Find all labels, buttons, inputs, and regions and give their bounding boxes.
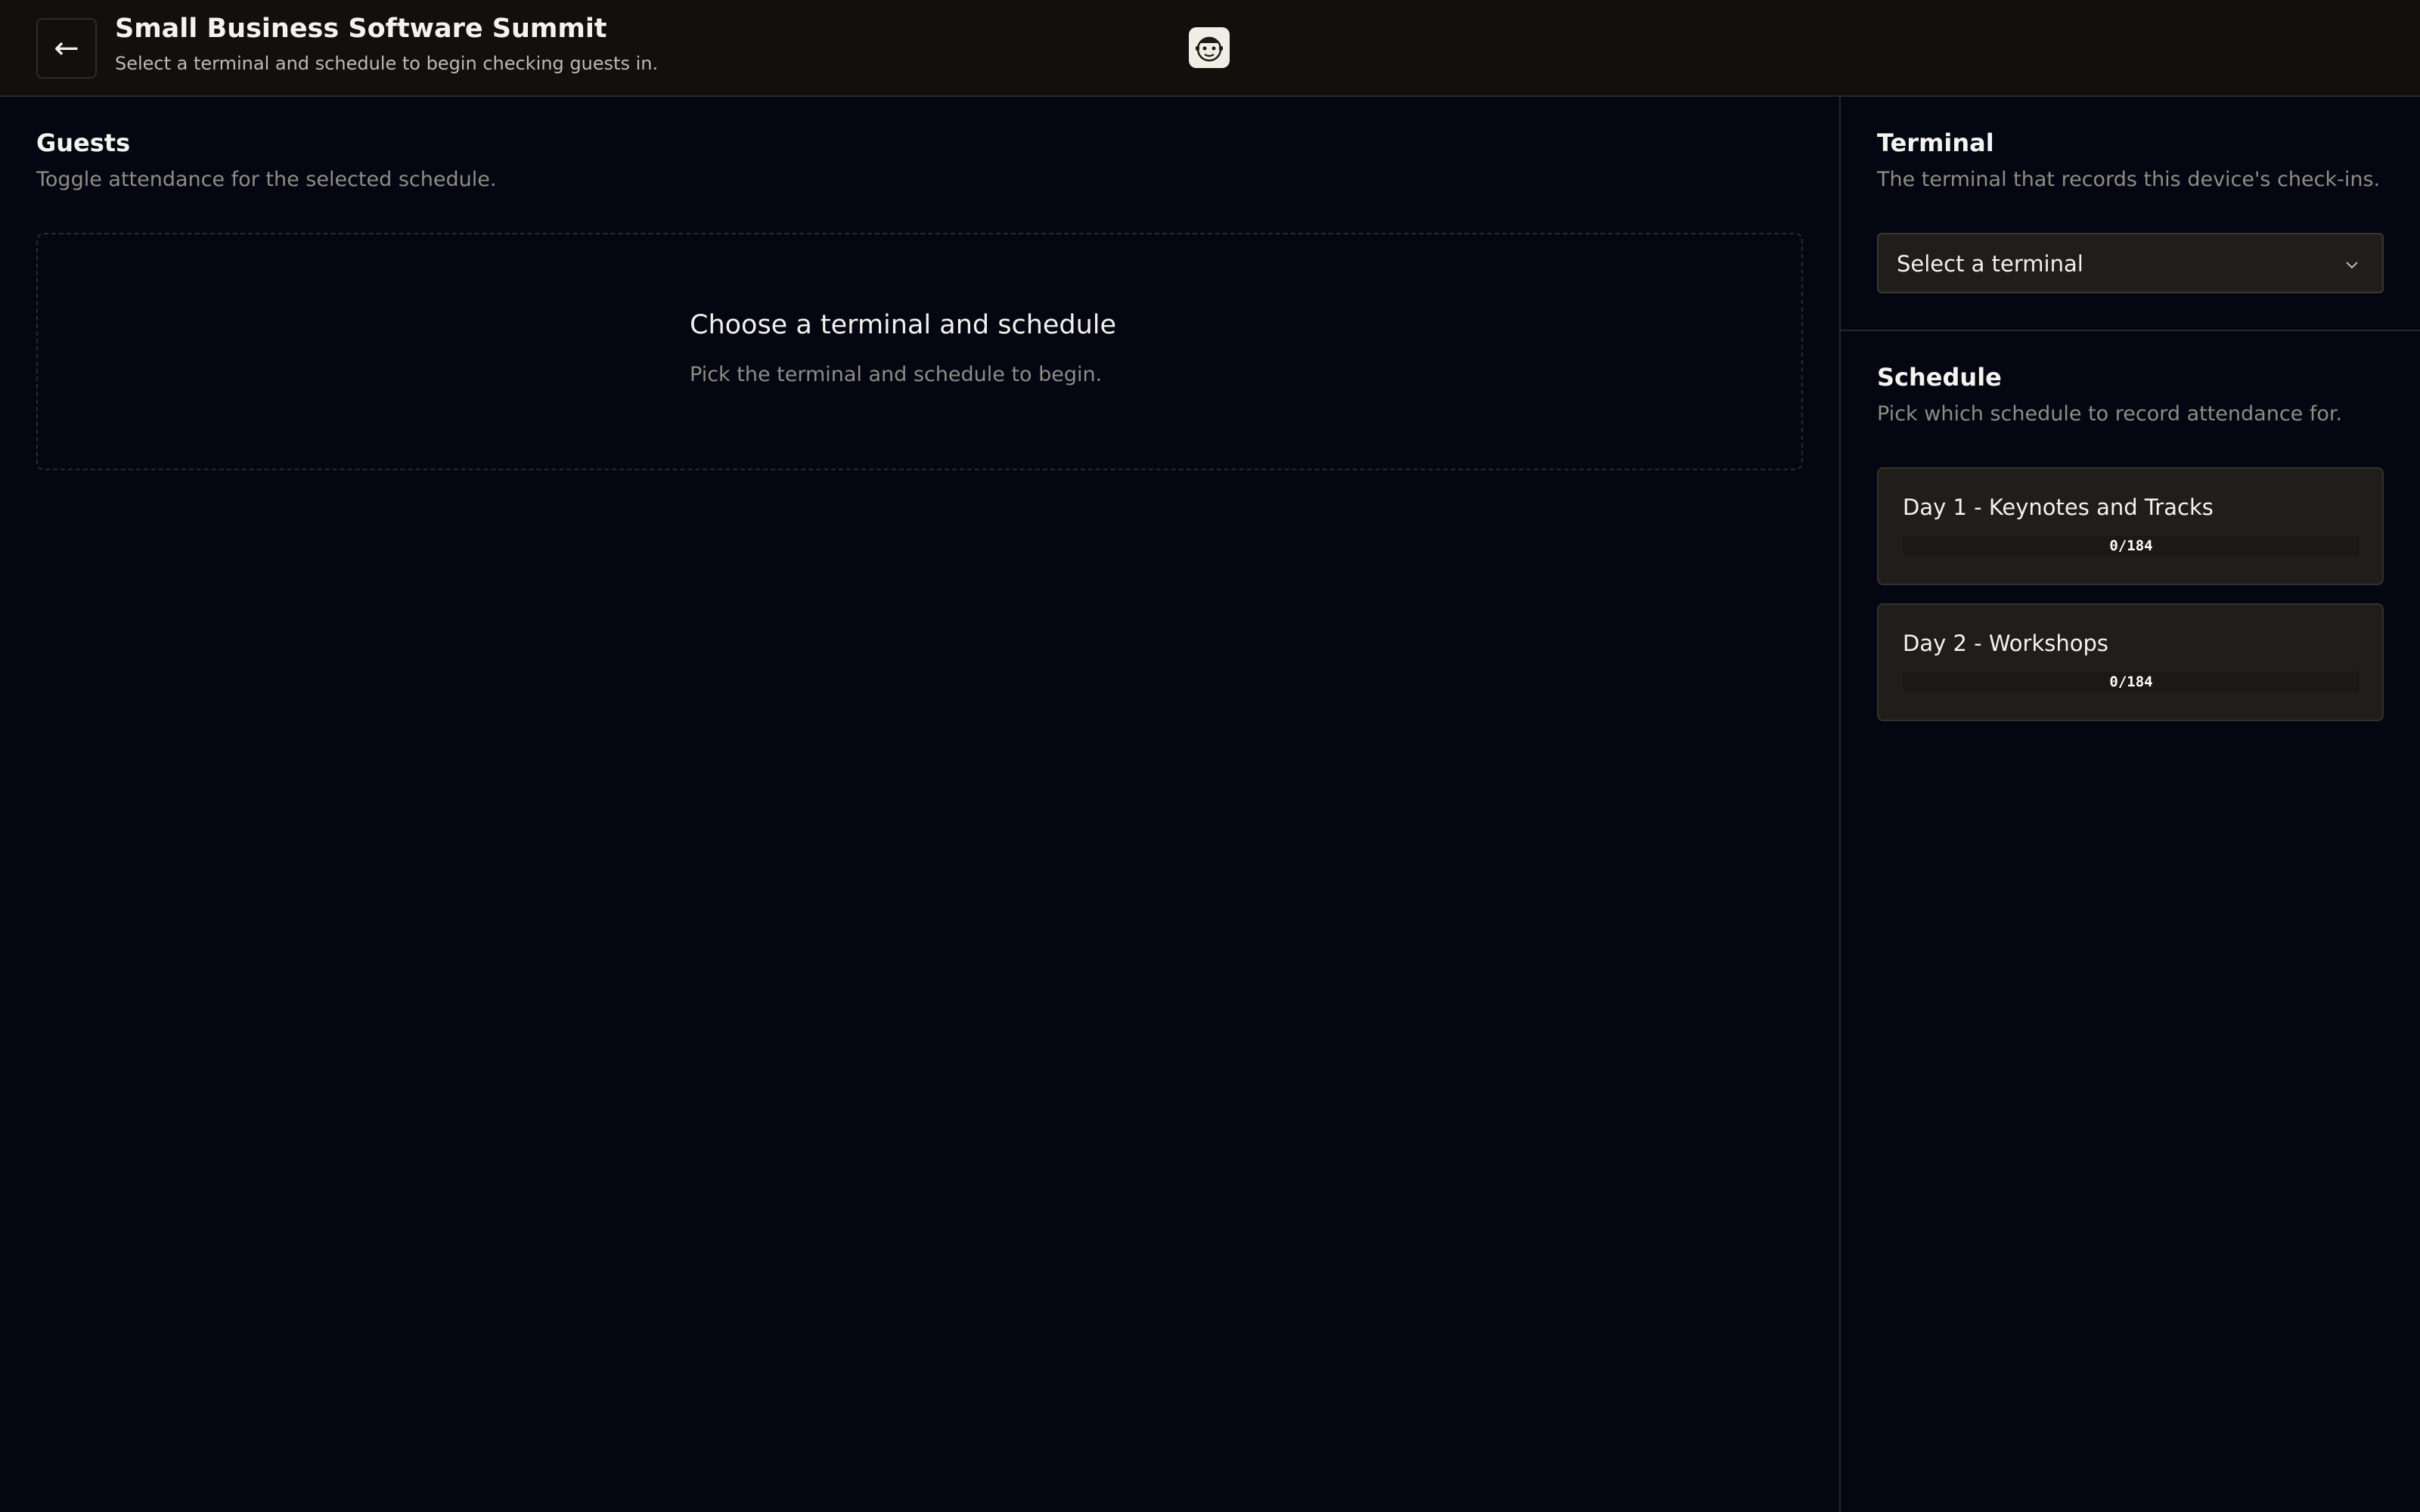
sidebar: Terminal The terminal that records this … <box>1839 97 2420 1512</box>
terminal-select-value: Select a terminal <box>1897 251 2083 277</box>
top-bar: ← Small Business Software Summit Select … <box>0 0 2420 97</box>
schedule-item-day-1[interactable]: Day 1 - Keynotes and Tracks 0/184 <box>1877 467 2384 585</box>
attendance-progress-text: 0/184 <box>2109 538 2153 554</box>
attendance-progress-bar: 0/184 <box>1903 535 2360 556</box>
mascot-logo-icon <box>1189 27 1230 68</box>
schedule-item-label: Day 2 - Workshops <box>1903 631 2109 656</box>
terminal-description: The terminal that records this device's … <box>1877 168 2381 191</box>
schedule-item-day-2[interactable]: Day 2 - Workshops 0/184 <box>1877 603 2384 721</box>
guests-description: Toggle attendance for the selected sched… <box>36 168 497 191</box>
event-title: Small Business Software Summit <box>115 14 607 44</box>
arrow-left-icon: ← <box>54 31 79 66</box>
chevron-down-icon <box>2346 262 2358 269</box>
event-subtitle: Select a terminal and schedule to begin … <box>115 53 659 74</box>
empty-state-description: Pick the terminal and schedule to begin. <box>690 363 1103 386</box>
attendance-progress-text: 0/184 <box>2109 674 2153 690</box>
empty-state-title: Choose a terminal and schedule <box>690 310 1117 340</box>
attendance-progress-bar: 0/184 <box>1903 671 2360 692</box>
terminal-title: Terminal <box>1877 129 1994 157</box>
empty-state <box>36 233 1803 470</box>
schedule-description: Pick which schedule to record attendance… <box>1877 402 2343 426</box>
schedule-item-label: Day 1 - Keynotes and Tracks <box>1903 494 2214 520</box>
back-button[interactable]: ← <box>36 18 97 79</box>
schedule-title: Schedule <box>1877 363 2002 392</box>
divider <box>1841 330 2420 331</box>
guests-panel: Guests Toggle attendance for the selecte… <box>0 97 1839 1512</box>
guests-title: Guests <box>36 129 131 157</box>
terminal-select[interactable]: Select a terminal <box>1877 233 2384 293</box>
